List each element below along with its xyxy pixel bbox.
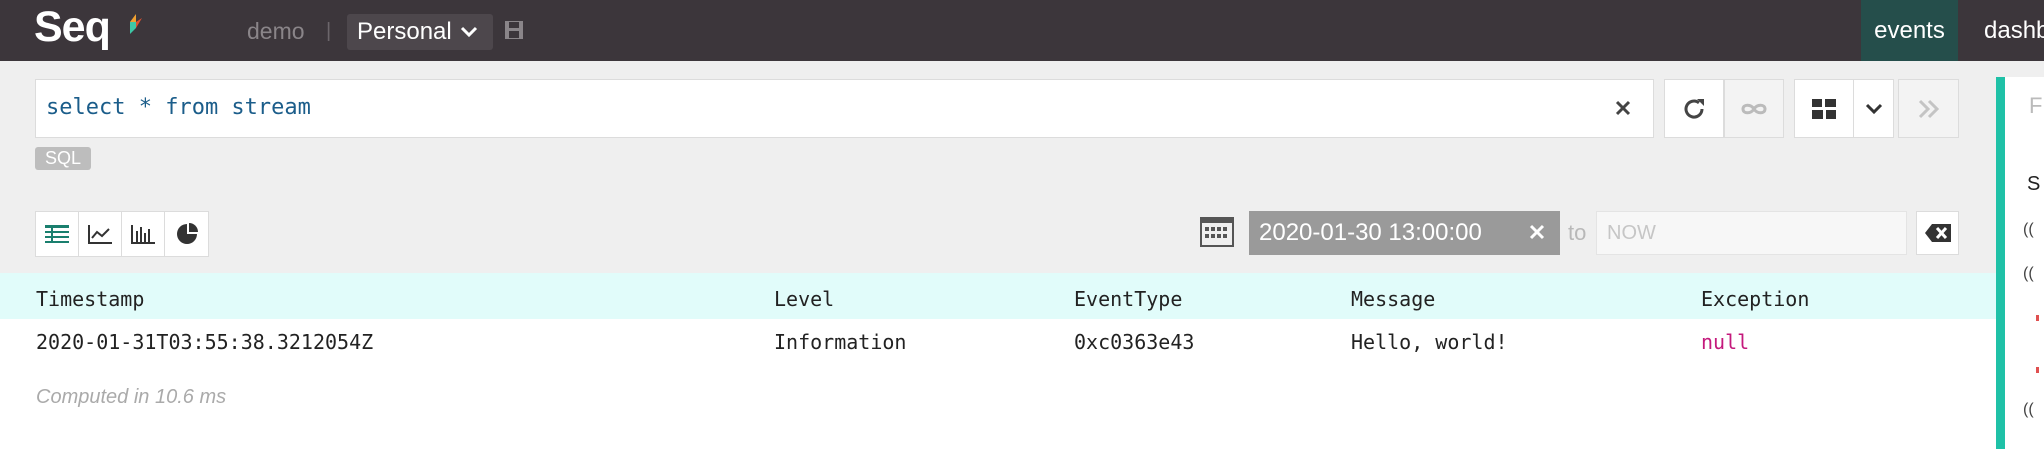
nav-dashboards[interactable]: dashb bbox=[1984, 0, 2044, 61]
date-from-value: 2020-01-30 13:00:00 bbox=[1259, 219, 1482, 246]
close-icon[interactable] bbox=[1526, 221, 1548, 243]
layout-grid-icon bbox=[1812, 98, 1836, 119]
table-header-row: Timestamp Level EventType Message Except… bbox=[0, 273, 1996, 319]
date-to-label: to bbox=[1568, 220, 1587, 245]
infinity-icon bbox=[1741, 103, 1767, 114]
refresh-button[interactable] bbox=[1664, 79, 1724, 138]
column-header: Timestamp bbox=[36, 287, 145, 311]
refresh-icon bbox=[1684, 98, 1704, 118]
table-cell: Hello, world! bbox=[1351, 330, 1508, 354]
pie-chart-icon bbox=[176, 223, 198, 244]
workspace-select[interactable]: Personal bbox=[347, 14, 493, 50]
nav-events[interactable]: events bbox=[1861, 0, 1958, 61]
signal-color-marker bbox=[2036, 315, 2039, 321]
view-mode-group bbox=[35, 211, 209, 257]
double-chevron-right-icon bbox=[1918, 99, 1939, 118]
workspace-select-value: Personal bbox=[357, 18, 452, 45]
date-from-field[interactable]: 2020-01-30 13:00:00 bbox=[1249, 211, 1560, 255]
table-cell: 0xc0363e43 bbox=[1074, 330, 1195, 354]
signal-icon[interactable]: (( bbox=[2023, 221, 2034, 239]
header-separator: | bbox=[326, 20, 332, 42]
date-to-field[interactable]: NOW bbox=[1596, 211, 1907, 255]
computed-time-status: Computed in 10.6 ms bbox=[36, 386, 227, 408]
signal-color-marker bbox=[2036, 367, 2039, 373]
query-text[interactable]: select * from stream bbox=[46, 95, 311, 120]
seq-logo-mark-icon bbox=[130, 14, 142, 34]
line-chart-view-button[interactable] bbox=[79, 212, 122, 256]
top-bar: Seq demo | Personal events dashb bbox=[0, 0, 2044, 61]
column-header: Level bbox=[774, 287, 835, 311]
bar-chart-view-button[interactable] bbox=[122, 212, 165, 256]
layout-button[interactable] bbox=[1794, 79, 1854, 138]
expand-button[interactable] bbox=[1898, 79, 1959, 138]
save-icon[interactable] bbox=[504, 20, 524, 40]
clear-query-icon[interactable] bbox=[1611, 96, 1635, 120]
signals-panel: F S (( (( (( bbox=[1996, 77, 2044, 449]
column-header: EventType bbox=[1074, 287, 1183, 311]
column-header: Message bbox=[1351, 287, 1436, 311]
seq-logo[interactable]: Seq bbox=[34, 3, 111, 52]
calendar-icon[interactable] bbox=[1200, 216, 1234, 248]
panel-filter-glyph: F bbox=[2029, 93, 2043, 118]
backspace-icon bbox=[1924, 224, 1951, 242]
chevron-down-icon bbox=[460, 26, 477, 38]
pie-chart-view-button[interactable] bbox=[165, 212, 208, 256]
column-header: Exception bbox=[1701, 287, 1810, 311]
tail-button[interactable] bbox=[1724, 79, 1784, 138]
chevron-down-icon bbox=[1865, 103, 1882, 114]
table-view-button[interactable] bbox=[36, 212, 79, 256]
clear-range-button[interactable] bbox=[1916, 211, 1959, 255]
signal-icon[interactable]: (( bbox=[2023, 265, 2034, 283]
bar-chart-icon bbox=[131, 225, 155, 244]
panel-heading-glyph: S bbox=[2027, 173, 2041, 195]
line-chart-icon bbox=[88, 225, 112, 244]
table-icon bbox=[45, 225, 69, 243]
workspace-label: demo bbox=[247, 18, 305, 44]
table-cell: 2020-01-31T03:55:38.3212054Z bbox=[36, 330, 374, 354]
layout-dropdown-button[interactable] bbox=[1853, 79, 1894, 138]
table-cell-null: null bbox=[1701, 330, 1750, 354]
results-table: Timestamp Level EventType Message Except… bbox=[0, 273, 1996, 449]
query-input[interactable]: select * from stream bbox=[35, 79, 1654, 138]
sql-badge: SQL bbox=[35, 147, 91, 170]
signal-icon[interactable]: (( bbox=[2023, 401, 2034, 419]
table-cell: Information bbox=[774, 330, 907, 354]
